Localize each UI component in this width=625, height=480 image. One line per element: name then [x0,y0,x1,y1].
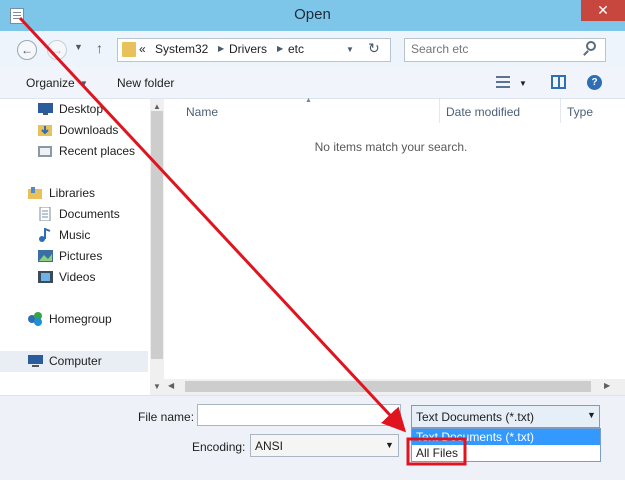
column-divider[interactable] [560,99,561,123]
recent-locations-button[interactable]: ▼ [74,42,83,52]
sidebar-item-label: Desktop [59,102,104,116]
sidebar-item-label: Homegroup [49,312,112,326]
column-header-name[interactable]: Name [186,105,218,119]
videos-icon [38,271,53,283]
sidebar-item-label: Videos [59,270,96,284]
refresh-button[interactable]: ↻ [368,40,380,57]
empty-results-message: No items match your search. [314,140,468,154]
scroll-up-icon[interactable]: ▲ [153,102,161,111]
breadcrumb-separator[interactable]: ▶ [218,44,224,53]
desktop-icon [38,103,53,115]
sidebar-item-desktop[interactable]: Desktop [0,99,148,120]
sidebar-item-computer[interactable]: Computer [0,351,148,372]
sidebar-item-label: Documents [59,207,120,221]
sidebar-item-label: Music [59,228,91,242]
back-button[interactable]: ← [17,40,37,60]
recent-places-icon [38,146,52,157]
chevron-down-icon[interactable]: ▼ [587,410,596,420]
scroll-down-icon[interactable]: ▼ [153,382,161,391]
sidebar-item-documents[interactable]: Documents [0,204,148,225]
music-icon [39,228,51,242]
sidebar-item-pictures[interactable]: Pictures [0,246,148,267]
column-divider[interactable] [439,99,440,123]
search-icon[interactable] [586,41,596,51]
help-icon[interactable]: ? [587,75,602,90]
libraries-icon [28,187,42,199]
new-folder-button[interactable]: New folder [117,76,174,90]
breadcrumb-drivers[interactable]: Drivers [229,42,267,56]
homegroup-icon [28,312,42,326]
sidebar-scroll-thumb[interactable] [151,111,163,359]
column-header-type[interactable]: Type [567,105,593,119]
breadcrumb-etc[interactable]: etc [288,42,304,56]
toolbar [0,67,625,99]
scroll-right-icon[interactable]: ▶ [604,381,610,390]
sidebar-item-videos[interactable]: Videos [0,267,148,288]
close-button[interactable]: ✕ [581,0,625,21]
sort-ascending-icon: ▲ [305,97,312,104]
encoding-label: Encoding: [192,440,246,454]
horizontal-scroll-thumb[interactable] [185,381,591,392]
folder-icon [122,42,136,57]
change-view-icon[interactable] [496,76,510,89]
encoding-select[interactable]: ANSI [250,434,399,457]
sidebar-item-homegroup[interactable]: Homegroup [0,309,148,330]
sidebar-item-downloads[interactable]: Downloads [0,120,148,141]
column-header-date-modified[interactable]: Date modified [446,105,520,119]
chevron-down-icon[interactable]: ▼ [519,79,527,88]
chevron-down-icon[interactable]: ▼ [385,440,394,450]
breadcrumb-system32[interactable]: System32 [155,42,208,56]
forward-button[interactable]: → [47,40,67,60]
sidebar-item-recent-places[interactable]: Recent places [0,141,148,162]
window-title: Open [294,6,331,23]
sidebar-item-libraries[interactable]: Libraries [0,183,148,204]
sidebar-item-label: Pictures [59,249,103,263]
sidebar-item-label: Recent places [59,144,136,158]
documents-icon [39,207,51,221]
sidebar-item-label: Downloads [59,123,119,137]
pictures-icon [38,250,53,262]
file-name-label: File name: [138,410,195,424]
scroll-left-icon[interactable]: ◀ [168,381,174,390]
file-name-input[interactable] [197,404,401,426]
search-input[interactable] [411,42,581,56]
file-type-option-text-documents[interactable]: Text Documents (*.txt) [412,429,600,445]
sidebar-item-label: Computer [49,354,102,368]
file-type-option-all-files[interactable]: All Files [412,445,600,461]
address-dropdown-button[interactable]: ▼ [346,45,354,54]
sidebar-item-label: Libraries [49,186,96,200]
computer-icon [28,355,43,367]
chevron-down-icon[interactable]: ▼ [80,79,88,88]
sidebar-item-music[interactable]: Music [0,225,148,246]
organize-button[interactable]: Organize [26,76,75,90]
breadcrumb-overflow[interactable]: « [139,42,146,56]
preview-pane-icon[interactable] [551,75,566,89]
file-type-select[interactable]: Text Documents (*.txt) [411,405,600,428]
downloads-icon [38,125,52,136]
up-button[interactable]: ↑ [96,40,103,56]
breadcrumb-separator[interactable]: ▶ [277,44,283,53]
